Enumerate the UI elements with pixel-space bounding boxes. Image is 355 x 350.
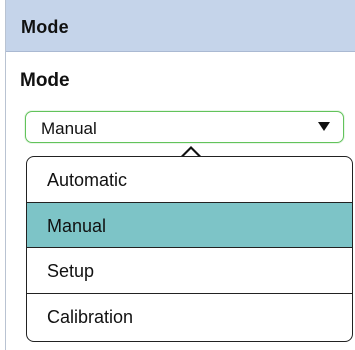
option-calibration[interactable]: Calibration: [27, 294, 352, 340]
option-label: Automatic: [47, 170, 128, 190]
option-setup[interactable]: Setup: [27, 248, 352, 294]
mode-select[interactable]: Manual: [25, 111, 344, 143]
panel-header: Mode: [6, 0, 355, 52]
option-label: Setup: [47, 261, 95, 281]
panel-title: Mode: [21, 17, 69, 37]
chevron-down-icon[interactable]: [318, 122, 330, 131]
mode-field-label: Mode: [20, 70, 70, 91]
option-label: Manual: [47, 215, 107, 236]
mode-select-value: Manual: [41, 119, 97, 138]
option-label: Calibration: [47, 306, 134, 327]
mode-options-list: Automatic Manual Setup Calibration: [26, 156, 353, 342]
option-manual[interactable]: Manual: [27, 202, 352, 248]
mode-panel: Mode Mode Manual Automatic Manual Setup …: [5, 0, 355, 350]
option-automatic[interactable]: Automatic: [27, 157, 352, 203]
